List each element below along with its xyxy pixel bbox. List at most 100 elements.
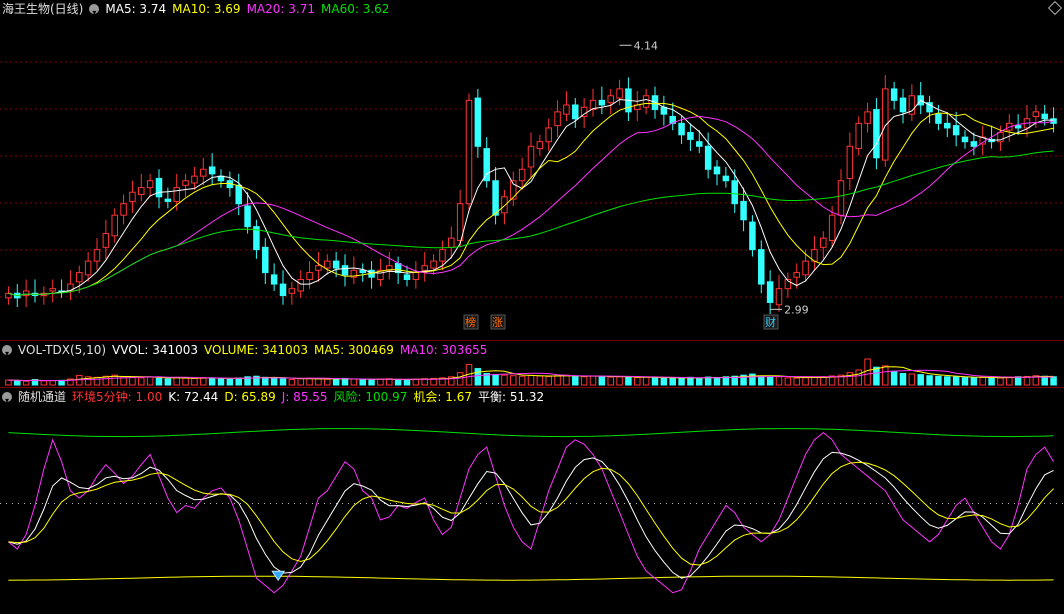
volume-bar [1050, 376, 1057, 386]
candle [403, 274, 411, 280]
volume-bar [129, 376, 136, 386]
candle [740, 200, 747, 221]
candle [775, 288, 783, 306]
volume-bar [155, 377, 163, 386]
volume-bar [696, 377, 703, 386]
volume-bar [93, 376, 101, 386]
candle [474, 97, 482, 147]
volume-bar [288, 379, 296, 386]
volume-bar [802, 377, 809, 386]
candle [324, 260, 331, 269]
candle [607, 95, 614, 104]
price-chart[interactable]: 4.14 2.99 榜 涨 财 [0, 0, 1064, 340]
indicator-chart[interactable] [0, 388, 1064, 614]
candle [793, 272, 800, 278]
volume-bar [890, 370, 898, 386]
ma20-label: MA20: 3.71 [246, 2, 315, 16]
volume-bar [997, 377, 1004, 386]
candle [970, 141, 978, 147]
settings-icon[interactable]: ▾ [2, 345, 12, 358]
volume-bar [580, 376, 588, 386]
volume-bar [944, 376, 951, 386]
volume-bar [864, 358, 871, 386]
candle [1032, 111, 1040, 117]
candle [146, 180, 154, 189]
chance-line [8, 575, 1054, 581]
candle [713, 166, 721, 175]
risk-line [8, 428, 1054, 438]
volume-bar [988, 377, 995, 386]
candle [501, 196, 508, 214]
volume-bar [279, 378, 287, 386]
volume-bar [262, 376, 269, 386]
settings-icon[interactable]: ▾ [89, 4, 100, 17]
volume-bar [200, 377, 207, 386]
volume-label: VOLUME: 341003 [204, 343, 308, 357]
volume-bar [350, 378, 358, 386]
candle [439, 249, 446, 262]
volume-bar [138, 377, 145, 386]
volume-bar [970, 377, 978, 386]
volume-bar [456, 372, 464, 386]
candle [758, 249, 765, 285]
volume-bar [766, 376, 774, 386]
candle [518, 168, 526, 182]
candle [341, 265, 349, 276]
candle [244, 205, 251, 228]
volume-bar [270, 377, 278, 386]
candle [935, 113, 942, 124]
candle [961, 136, 969, 143]
volume-bar [1006, 376, 1013, 386]
volume-bar [492, 374, 499, 386]
volume-bar [669, 377, 676, 386]
candle [465, 99, 473, 205]
candle [678, 122, 685, 136]
volume-bar [642, 376, 650, 386]
volume-bar [634, 377, 641, 386]
candle [129, 191, 136, 202]
volume-bar [820, 376, 827, 386]
candle [846, 145, 854, 179]
candle [102, 233, 110, 248]
ma5-line [8, 98, 1054, 297]
volume-bar [554, 375, 561, 386]
candle [235, 184, 242, 205]
candle [76, 272, 83, 283]
volume-bar [616, 376, 623, 386]
candle [359, 269, 366, 274]
volume-bar [899, 373, 907, 386]
price-header: 海王生物(日线) ▾ MA5: 3.74 MA10: 3.69 MA20: 3.… [0, 0, 389, 18]
volume-bar [935, 375, 942, 386]
candle [598, 99, 606, 106]
volume-bar [208, 377, 216, 386]
ma60-label: MA60: 3.62 [321, 2, 390, 16]
settings-icon[interactable]: ▾ [2, 392, 12, 405]
vol-ma10-label: MA10: 303655 [399, 343, 488, 357]
volume-bar [882, 365, 889, 386]
volume-bar [713, 377, 721, 386]
price-panel[interactable]: 海王生物(日线) ▾ MA5: 3.74 MA10: 3.69 MA20: 3.… [0, 0, 1064, 340]
candle [1041, 113, 1048, 120]
candle [173, 187, 180, 202]
volume-bar [164, 378, 172, 386]
env-label: 环境5分钟: 1.00 [72, 390, 163, 404]
candle [483, 148, 490, 182]
volume-header: ▾ VOL-TDX(5,10) VVOL: 341003 VOLUME: 341… [0, 341, 487, 359]
vvol-label: VVOL: 341003 [112, 343, 199, 357]
volume-bar [589, 375, 597, 386]
volume-bar [961, 377, 969, 386]
candle [421, 265, 428, 271]
ma10-label: MA10: 3.69 [172, 2, 241, 16]
candle [306, 272, 313, 280]
candle [873, 109, 880, 159]
volume-panel[interactable]: ▾ VOL-TDX(5,10) VVOL: 341003 VOLUME: 341… [0, 341, 1064, 387]
candle [536, 141, 544, 150]
candle [545, 127, 552, 143]
balance-label: 平衡: 51.32 [477, 390, 545, 404]
candle [952, 125, 960, 136]
indicator-panel[interactable]: ▾ 随机通道 环境5分钟: 1.00 K: 72.44 D: 65.89 J: … [0, 388, 1064, 614]
candle [332, 260, 340, 269]
volume-bar [952, 376, 960, 386]
volume-bar [359, 379, 366, 386]
candle [766, 281, 774, 303]
